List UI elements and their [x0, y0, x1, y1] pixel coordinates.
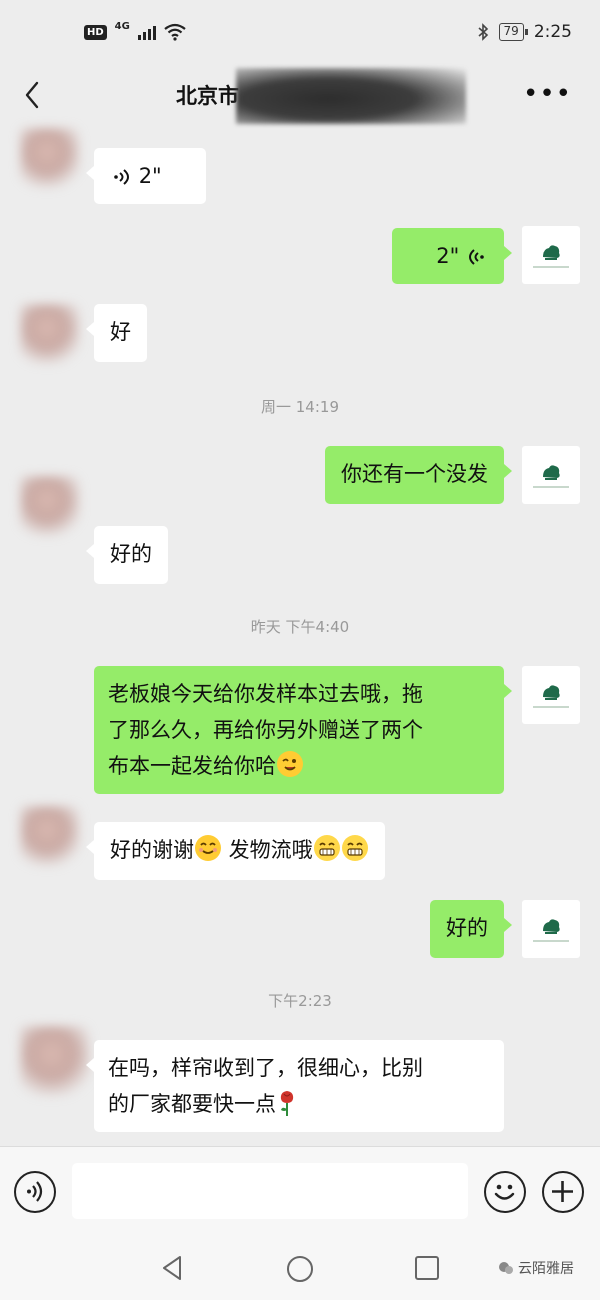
timestamp: 昨天 下午4:40 [250, 618, 350, 636]
smile-emoji-icon [195, 835, 221, 861]
message-text: 你还有一个没发 [341, 462, 488, 486]
message-text: 好的谢谢 [110, 838, 194, 862]
nav-back-icon[interactable] [160, 1254, 184, 1282]
contact-avatar[interactable] [20, 1026, 90, 1096]
logo-icon [543, 244, 560, 260]
message-bubble[interactable]: 好 [86, 304, 147, 362]
message-text: 好的 [446, 916, 488, 940]
wifi-icon [164, 23, 186, 41]
message-text: 发物流哦 [222, 838, 313, 862]
message-bubble[interactable]: 好的 [430, 900, 512, 958]
battery-indicator: 79 [498, 23, 529, 41]
wechat-official-icon [499, 1262, 513, 1274]
nav-home-icon[interactable] [285, 1254, 315, 1284]
contact-avatar[interactable] [20, 304, 80, 364]
contact-avatar[interactable] [20, 128, 80, 188]
status-bar: HD 4G 79 2:25 [0, 0, 600, 64]
hd-badge: HD [84, 24, 107, 40]
network-type: 4G [114, 20, 130, 32]
bluetooth-icon [478, 23, 488, 41]
voice-input-button[interactable] [14, 1171, 56, 1213]
voice-duration: 2" [436, 244, 460, 268]
voice-wave-icon [27, 1181, 43, 1202]
message-text: 好 [110, 320, 131, 344]
chat-header: 北京市 ••• [0, 64, 600, 126]
emoji-picker-button[interactable] [484, 1171, 526, 1213]
wink-emoji-icon [277, 751, 303, 777]
message-line: 了那么久，再给你另外赠送了两个 [108, 718, 423, 742]
rose-emoji-icon [280, 1091, 294, 1116]
message-bubble[interactable]: 老板娘今天给你发样本过去哦，拖 了那么久，再给你另外赠送了两个 布本一起发给你哈 [94, 666, 512, 794]
contact-avatar[interactable] [20, 806, 80, 866]
status-left: HD 4G [84, 20, 186, 41]
logo-icon [543, 684, 560, 700]
grin-emoji-icon [313, 835, 340, 861]
system-nav-bar: 云陌雅居 [0, 1236, 600, 1300]
nav-recent-apps-icon[interactable] [414, 1255, 440, 1281]
smiley-icon [494, 1184, 515, 1200]
self-avatar[interactable] [522, 446, 580, 504]
timestamp: 下午2:23 [268, 992, 332, 1010]
message-bubble[interactable]: 在吗，样帘收到了，很细心，比别 的厂家都要快一点 [86, 1040, 504, 1132]
logo-icon [543, 464, 560, 480]
back-icon[interactable] [18, 78, 48, 112]
message-input[interactable] [72, 1163, 468, 1219]
more-options-button[interactable]: ••• [523, 81, 572, 107]
message-bubble[interactable]: 好的谢谢 发物流哦 [86, 822, 385, 880]
message-list: 2" 2" 好 周一 14:19 你还有一个没发 好的 昨天 下午4:40 老板… [0, 126, 600, 1146]
contact-avatar[interactable] [20, 476, 80, 536]
plus-icon [552, 1181, 573, 1202]
status-time: 2:25 [533, 22, 572, 42]
message-line: 在吗，样帘收到了，很细心，比别 [108, 1056, 423, 1080]
voice-wave-icon [114, 169, 129, 185]
chat-title: 北京市 [176, 84, 239, 108]
self-avatar[interactable] [522, 666, 580, 724]
grin-emoji-icon [341, 835, 368, 861]
voice-message[interactable]: 2" [86, 148, 206, 204]
logo-icon [543, 918, 560, 934]
message-bubble[interactable]: 好的 [86, 526, 168, 584]
signal-icon [137, 24, 156, 40]
message-line: 老板娘今天给你发样本过去哦，拖 [108, 682, 423, 706]
voice-message[interactable]: 2" [392, 228, 512, 284]
watermark-text: 云陌雅居 [518, 1261, 574, 1277]
self-avatar[interactable] [522, 226, 580, 284]
watermark: 云陌雅居 [498, 1258, 574, 1278]
voice-duration: 2" [138, 164, 162, 188]
title-redaction [236, 68, 466, 124]
message-text: 好的 [110, 542, 152, 566]
input-bar [0, 1146, 600, 1236]
more-functions-button[interactable] [542, 1171, 584, 1213]
message-line: 的厂家都要快一点 [108, 1092, 276, 1116]
message-line: 布本一起发给你哈 [108, 754, 276, 778]
self-avatar[interactable] [522, 900, 580, 958]
timestamp: 周一 14:19 [261, 398, 339, 416]
status-right: 79 2:25 [477, 22, 572, 42]
message-bubble[interactable]: 你还有一个没发 [325, 446, 512, 504]
voice-wave-icon [469, 249, 484, 265]
